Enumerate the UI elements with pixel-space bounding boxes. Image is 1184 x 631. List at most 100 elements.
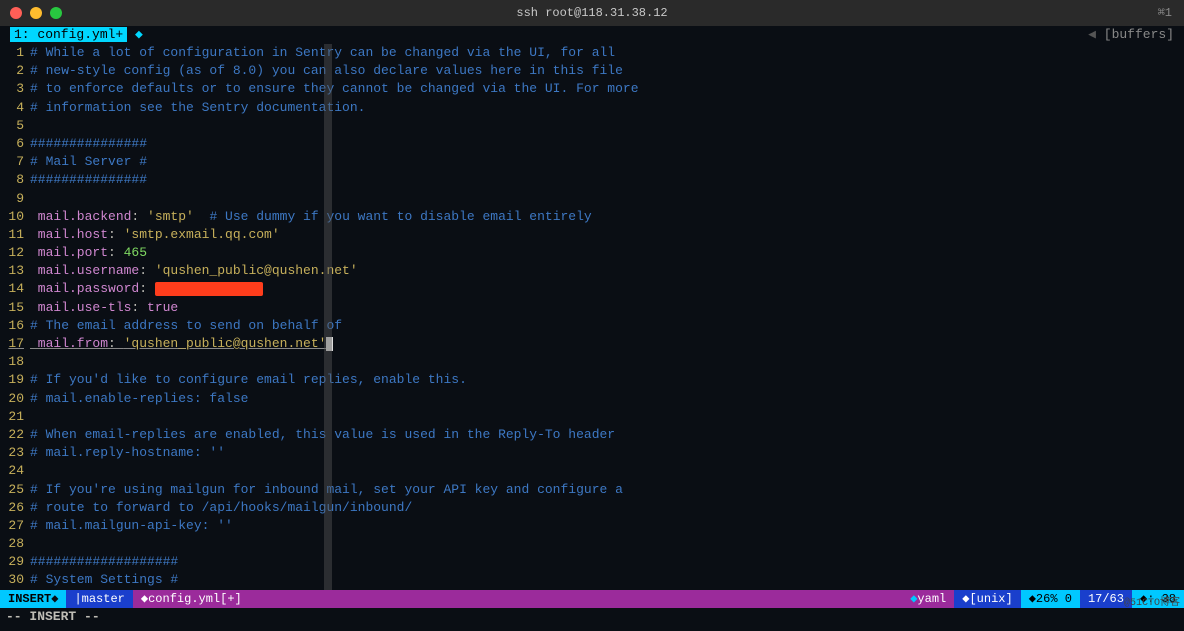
watermark: @51CTO博客 (1124, 597, 1180, 611)
code-line[interactable]: 27# mail.mailgun-api-key: '' (0, 517, 1184, 535)
line-content[interactable]: mail.from: 'qushen_public@qushen.net' (30, 335, 1184, 353)
line-number: 25 (0, 481, 30, 499)
status-filetype: ◆ yaml (902, 590, 954, 608)
status-percent: ◆ 26% 0 (1021, 590, 1080, 608)
editor-area[interactable]: 1# While a lot of configuration in Sentr… (0, 44, 1184, 590)
code-line[interactable]: 29################### (0, 553, 1184, 571)
code-line[interactable]: 1# While a lot of configuration in Sentr… (0, 44, 1184, 62)
title-shortcut: ⌘1 (1158, 5, 1172, 22)
window-title: ssh root@118.31.38.12 (516, 5, 667, 22)
line-content[interactable]: # new-style config (as of 8.0) you can a… (30, 62, 1184, 80)
line-number: 4 (0, 99, 30, 117)
status-format: ◆ [unix] (954, 590, 1020, 608)
buffer-right: ◀ [buffers] (1088, 26, 1174, 44)
minimize-icon[interactable] (30, 7, 42, 19)
line-content[interactable]: mail.host: 'smtp.exmail.qq.com' (30, 226, 1184, 244)
code-line[interactable]: 18 (0, 353, 1184, 371)
line-number: 16 (0, 317, 30, 335)
line-content[interactable] (30, 353, 1184, 371)
code-line[interactable]: 21 (0, 408, 1184, 426)
code-line[interactable]: 7# Mail Server # (0, 153, 1184, 171)
line-content[interactable]: # While a lot of configuration in Sentry… (30, 44, 1184, 62)
code-line[interactable]: 25# If you're using mailgun for inbound … (0, 481, 1184, 499)
code-line[interactable]: 10 mail.backend: 'smtp' # Use dummy if y… (0, 208, 1184, 226)
line-content[interactable]: mail.username: 'qushen_public@qushen.net… (30, 262, 1184, 280)
code-line[interactable]: 17 mail.from: 'qushen_public@qushen.net' (0, 335, 1184, 353)
line-number: 5 (0, 117, 30, 135)
code-line[interactable]: 15 mail.use-tls: true (0, 299, 1184, 317)
code-line[interactable]: 26# route to forward to /api/hooks/mailg… (0, 499, 1184, 517)
line-number: 21 (0, 408, 30, 426)
line-number: 30 (0, 571, 30, 589)
line-number: 23 (0, 444, 30, 462)
code-line[interactable]: 16# The email address to send on behalf … (0, 317, 1184, 335)
line-number: 13 (0, 262, 30, 280)
cursor (326, 337, 333, 351)
code-line[interactable]: 2# new-style config (as of 8.0) you can … (0, 62, 1184, 80)
line-content[interactable]: # If you're using mailgun for inbound ma… (30, 481, 1184, 499)
line-number: 12 (0, 244, 30, 262)
code-line[interactable]: 24 (0, 462, 1184, 480)
line-content[interactable]: # If you'd like to configure email repli… (30, 371, 1184, 389)
line-content[interactable]: # mail.reply-hostname: '' (30, 444, 1184, 462)
code-line[interactable]: 6############### (0, 135, 1184, 153)
buffer-tab[interactable]: 1: config.yml+ (10, 27, 127, 42)
close-icon[interactable] (10, 7, 22, 19)
command-line: -- INSERT -- (0, 608, 1184, 626)
line-content[interactable]: ############### (30, 171, 1184, 189)
code-line[interactable]: 8############### (0, 171, 1184, 189)
line-content[interactable]: # Mail Server # (30, 153, 1184, 171)
line-number: 28 (0, 535, 30, 553)
code-line[interactable]: 13 mail.username: 'qushen_public@qushen.… (0, 262, 1184, 280)
code-line[interactable]: 3# to enforce defaults or to ensure they… (0, 80, 1184, 98)
line-number: 22 (0, 426, 30, 444)
line-content[interactable]: mail.backend: 'smtp' # Use dummy if you … (30, 208, 1184, 226)
line-number: 8 (0, 171, 30, 189)
title-bar: ssh root@118.31.38.12 ⌘1 (0, 0, 1184, 26)
code-line[interactable]: 30# System Settings # (0, 571, 1184, 589)
line-number: 20 (0, 390, 30, 408)
line-number: 14 (0, 280, 30, 298)
line-content[interactable]: # System Settings # (30, 571, 1184, 589)
line-content[interactable] (30, 117, 1184, 135)
buffers-label: [buffers] (1104, 27, 1174, 42)
line-content[interactable] (30, 408, 1184, 426)
line-number: 26 (0, 499, 30, 517)
line-content[interactable]: # mail.enable-replies: false (30, 390, 1184, 408)
line-number: 29 (0, 553, 30, 571)
arrow-left-icon: ◀ (1088, 27, 1104, 42)
line-content[interactable]: mail.port: 465 (30, 244, 1184, 262)
code-line[interactable]: 11 mail.host: 'smtp.exmail.qq.com' (0, 226, 1184, 244)
code-line[interactable]: 5 (0, 117, 1184, 135)
code-line[interactable]: 12 mail.port: 465 (0, 244, 1184, 262)
code-line[interactable]: 19# If you'd like to configure email rep… (0, 371, 1184, 389)
line-content[interactable]: # When email-replies are enabled, this v… (30, 426, 1184, 444)
code-line[interactable]: 20# mail.enable-replies: false (0, 390, 1184, 408)
line-content[interactable]: # information see the Sentry documentati… (30, 99, 1184, 117)
buffer-left: 1: config.yml+ ◆ (10, 26, 143, 44)
status-line: INSERT ◆ | master ◆ config.yml[+] ◆ yaml… (0, 590, 1184, 608)
line-content[interactable]: mail.use-tls: true (30, 299, 1184, 317)
line-number: 9 (0, 190, 30, 208)
line-content[interactable] (30, 190, 1184, 208)
line-number: 3 (0, 80, 30, 98)
code-line[interactable]: 28 (0, 535, 1184, 553)
line-content[interactable] (30, 462, 1184, 480)
maximize-icon[interactable] (50, 7, 62, 19)
line-content[interactable]: # mail.mailgun-api-key: '' (30, 517, 1184, 535)
code-line[interactable]: 9 (0, 190, 1184, 208)
line-content[interactable]: # The email address to send on behalf of (30, 317, 1184, 335)
line-content[interactable]: # to enforce defaults or to ensure they … (30, 80, 1184, 98)
code-line[interactable]: 14 mail.password: (0, 280, 1184, 298)
line-content[interactable] (30, 535, 1184, 553)
line-content[interactable]: ################### (30, 553, 1184, 571)
line-number: 19 (0, 371, 30, 389)
code-line[interactable]: 22# When email-replies are enabled, this… (0, 426, 1184, 444)
line-number: 2 (0, 62, 30, 80)
line-content[interactable]: ############### (30, 135, 1184, 153)
code-line[interactable]: 23# mail.reply-hostname: '' (0, 444, 1184, 462)
code-line[interactable]: 4# information see the Sentry documentat… (0, 99, 1184, 117)
line-content[interactable]: mail.password: (30, 280, 1184, 298)
line-number: 24 (0, 462, 30, 480)
line-content[interactable]: # route to forward to /api/hooks/mailgun… (30, 499, 1184, 517)
